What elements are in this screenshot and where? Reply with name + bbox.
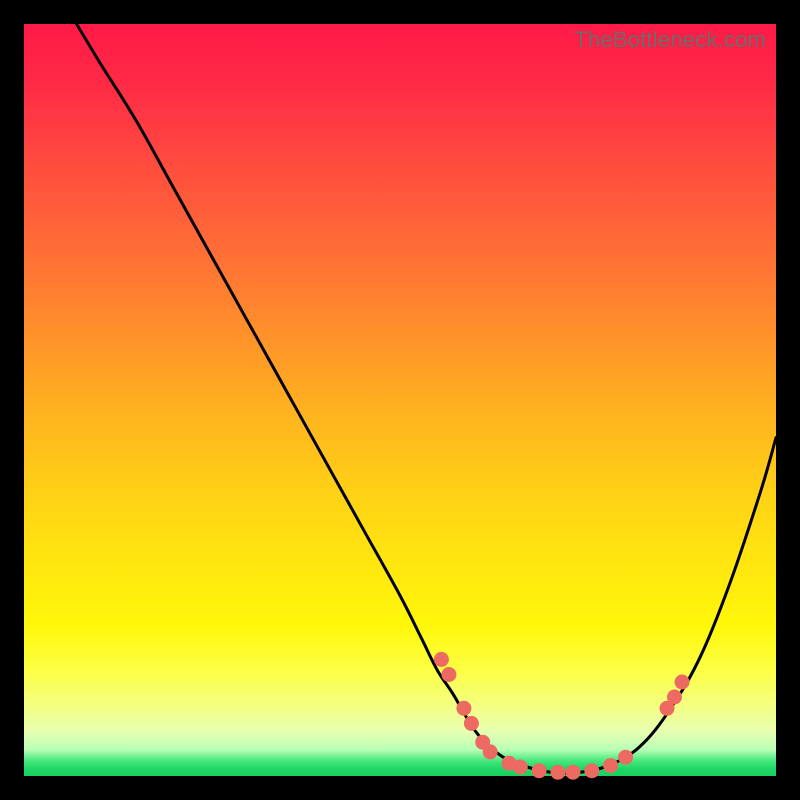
curve-marker: [566, 765, 581, 780]
curve-marker: [550, 765, 565, 780]
curve-marker: [441, 667, 456, 682]
watermark-text: TheBottleneck.com: [574, 27, 766, 53]
chart-frame: TheBottleneck.com: [24, 24, 776, 776]
curve-marker: [618, 750, 633, 765]
curve-marker: [675, 675, 690, 690]
curve-marker: [456, 701, 471, 716]
curve-marker: [513, 760, 528, 775]
curve-marker: [584, 763, 599, 778]
curve-marker: [667, 690, 682, 705]
curve-marker: [434, 652, 449, 667]
bottleneck-curve: [77, 24, 776, 773]
curve-marker: [464, 716, 479, 731]
curve-marker: [532, 763, 547, 778]
curve-layer: [24, 24, 776, 776]
curve-markers: [434, 652, 690, 780]
curve-marker: [603, 758, 618, 773]
curve-marker: [483, 744, 498, 759]
